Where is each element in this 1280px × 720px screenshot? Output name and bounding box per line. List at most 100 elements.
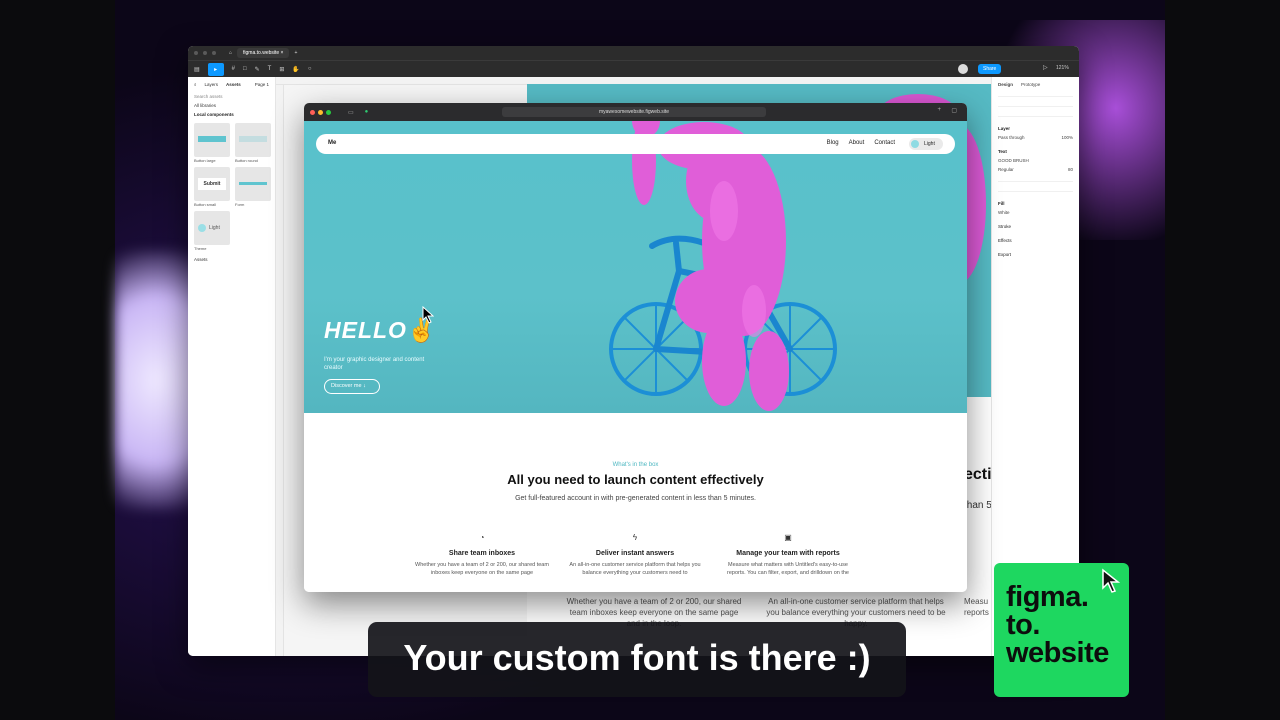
submit-label: Submit	[198, 178, 226, 190]
fill-section-title: Fill	[998, 201, 1005, 206]
page-selector[interactable]: Page 1	[255, 82, 269, 87]
search-icon[interactable]: ⌕	[194, 82, 197, 87]
component-theme[interactable]: Light Theme	[194, 211, 230, 251]
lightning-icon: ϟ	[632, 533, 638, 542]
frame-tool-icon[interactable]: #	[232, 66, 235, 72]
pointer-cursor-icon	[1102, 568, 1121, 593]
hero-title: HELLO✌	[324, 317, 437, 344]
address-bar[interactable]: myawesomewebsite.figweb.site	[502, 107, 766, 117]
feature-description: Whether you have a team of 2 or 200, our…	[415, 562, 549, 576]
component-label: Form	[235, 202, 245, 207]
figma-file-tab[interactable]: figma.to.website ×	[237, 48, 290, 58]
line-height-row[interactable]	[998, 177, 1073, 182]
pen-tool-icon[interactable]: ✎	[255, 66, 260, 73]
position-row[interactable]	[998, 92, 1073, 97]
layer-section-title: Layer	[998, 126, 1011, 131]
stroke-section-title[interactable]: Stroke	[998, 224, 1073, 229]
section-eyebrow: What's in the box	[612, 462, 659, 468]
window-control[interactable]	[203, 51, 207, 55]
fluffy-bear-on-bike-illustration	[609, 121, 837, 411]
file-tab-label: figma.to.website	[243, 50, 280, 56]
hug-row[interactable]	[998, 112, 1073, 117]
feature-description: An all-in-one customer service platform …	[569, 562, 701, 576]
component-label: Button round	[235, 158, 258, 163]
site-logo[interactable]: Me	[328, 140, 336, 146]
main-menu-icon[interactable]: ▤	[194, 66, 200, 73]
site-navbar: Me Blog About Contact Light	[316, 134, 955, 154]
font-weight-select[interactable]: Regular	[998, 167, 1014, 172]
section-subheading: Get full-featured account in with pre-ge…	[515, 495, 756, 502]
share-icon[interactable]: +	[937, 107, 941, 113]
effects-section-title[interactable]: Effects	[998, 238, 1073, 243]
local-components-heading[interactable]: Local components	[188, 110, 275, 119]
nav-link-blog[interactable]: Blog	[827, 140, 839, 146]
letterbox-right	[1165, 0, 1280, 720]
sidebar-icon[interactable]: ▭	[348, 109, 354, 116]
component-button-large[interactable]: Button large	[194, 123, 230, 163]
tab-layers[interactable]: Layers	[205, 82, 219, 87]
shape-tool-icon[interactable]: □	[243, 66, 247, 72]
canvas-subheading-fragment: than 5	[964, 500, 992, 511]
letterbox-left	[0, 0, 115, 720]
hand-tool-icon[interactable]: ✋	[292, 66, 299, 73]
discover-me-button[interactable]: Discover me ↓	[324, 379, 380, 394]
browser-toolbar: ▭ ● myawesomewebsite.figweb.site + ▢	[304, 103, 967, 121]
home-icon[interactable]: ⌂	[229, 50, 232, 56]
text-tool-icon[interactable]: T	[268, 66, 272, 72]
fill-value[interactable]: White	[998, 210, 1073, 215]
tab-prototype[interactable]: Prototype	[1021, 82, 1040, 87]
feature-title: Manage your team with reports	[736, 550, 840, 557]
component-button-round[interactable]: Button round	[235, 123, 271, 163]
toggle-knob	[911, 140, 919, 148]
text-align-row[interactable]	[998, 187, 1073, 192]
size-row[interactable]	[998, 102, 1073, 107]
chart-icon: ▣	[784, 533, 792, 542]
asset-search[interactable]: Search assets	[188, 92, 275, 101]
canvas-heading-fragment: ecti	[964, 466, 992, 483]
window-control[interactable]	[212, 51, 216, 55]
features-section: What's in the box All you need to launch…	[304, 413, 967, 592]
maximize-icon[interactable]	[326, 109, 331, 115]
layer-opacity[interactable]: 100%	[1061, 135, 1073, 140]
hero-title-text: HELLO	[324, 317, 407, 343]
tabs-icon[interactable]: ▢	[951, 107, 957, 114]
video-caption: Your custom font is there :)	[368, 622, 906, 697]
window-control[interactable]	[194, 51, 198, 55]
component-button-small[interactable]: Submit Button small	[194, 167, 230, 207]
blend-mode[interactable]: Pass through	[998, 135, 1025, 140]
section-heading: All you need to launch content effective…	[507, 472, 764, 487]
theme-toggle[interactable]: Light	[909, 138, 943, 150]
discover-me-label: Discover me	[331, 383, 362, 389]
nav-link-about[interactable]: About	[849, 140, 865, 146]
theme-toggle-label: Light	[924, 141, 935, 147]
assets-panel: ⌕ Layers Assets Page 1 Search assets All…	[188, 77, 276, 656]
tab-assets[interactable]: Assets	[226, 82, 241, 87]
nav-link-contact[interactable]: Contact	[874, 140, 895, 146]
zoom-level[interactable]: 121%	[1056, 65, 1069, 71]
font-family-select[interactable]: GOOD BRUSH	[998, 158, 1073, 163]
extension-icon[interactable]: ●	[365, 109, 369, 115]
close-icon[interactable]	[310, 109, 315, 115]
minimize-icon[interactable]	[318, 109, 323, 115]
feature-card: ϟ Deliver instant answers An all-in-one …	[565, 533, 705, 577]
hero-subtitle: I'm your graphic designer and content cr…	[324, 357, 425, 371]
tab-design[interactable]: Design	[998, 82, 1013, 87]
hero-section: Me Blog About Contact Light HELLO✌ I'm y…	[304, 121, 967, 413]
font-size-input[interactable]: 80	[1068, 167, 1073, 172]
canvas-feature-text: Measu reports	[964, 597, 989, 617]
resources-icon[interactable]: ⊞	[279, 66, 284, 73]
feature-card: ◔ Share team inboxes Whether you have a …	[412, 533, 552, 577]
export-section-title[interactable]: Export	[998, 252, 1073, 257]
assets-section[interactable]: Assets	[188, 255, 275, 264]
move-tool-icon[interactable]: ▸	[207, 62, 224, 76]
new-tab-icon[interactable]: +	[294, 50, 297, 56]
mouse-cursor-icon	[422, 306, 434, 324]
component-form[interactable]: Form	[235, 167, 271, 207]
play-icon[interactable]: ▷	[1043, 64, 1048, 71]
avatar[interactable]	[958, 64, 968, 74]
share-button[interactable]: Share	[978, 64, 1002, 74]
ruler-vertical	[276, 85, 284, 656]
figma-tab-bar: ⌂ figma.to.website × +	[188, 46, 1079, 60]
library-filter[interactable]: All libraries	[188, 101, 275, 110]
comment-tool-icon[interactable]: ○	[308, 66, 312, 72]
